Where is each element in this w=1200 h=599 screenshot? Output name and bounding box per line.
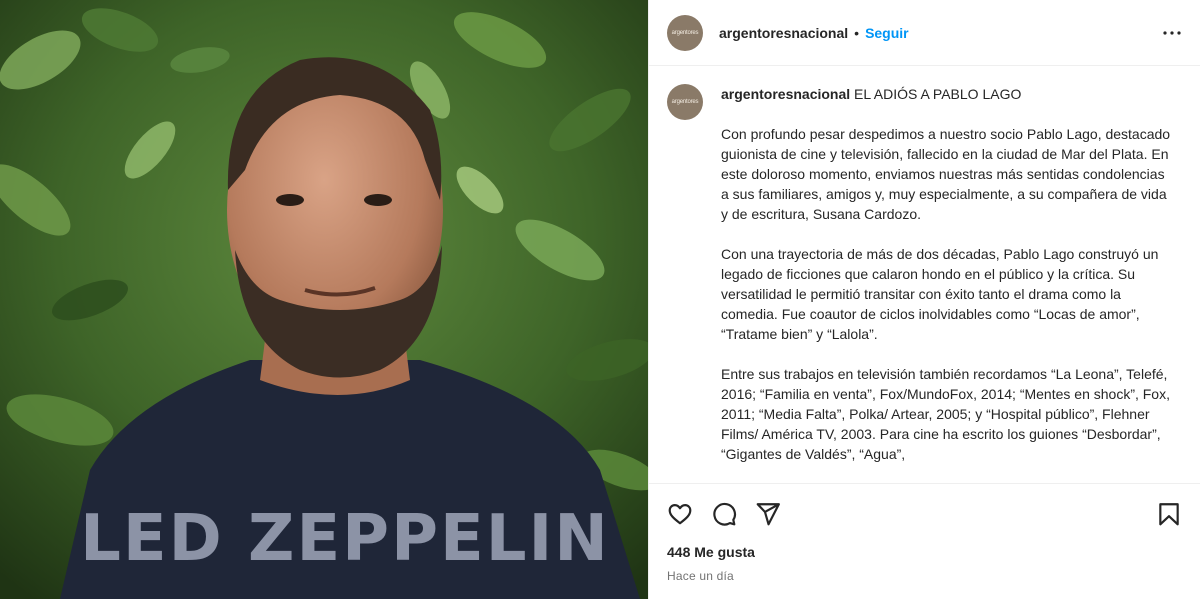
more-options-button[interactable] — [1160, 21, 1184, 45]
header-username[interactable]: argentoresnacional — [719, 25, 848, 41]
likes-count[interactable]: 448 Me gusta — [667, 544, 1184, 560]
post-header: argentores argentoresnacional • Seguir — [649, 0, 1200, 66]
avatar[interactable]: argentores — [667, 14, 703, 51]
caption-username[interactable]: argentoresnacional — [721, 86, 850, 102]
shirt-print-text: LED ZEPPELIN — [80, 502, 610, 576]
post-timestamp[interactable]: Hace un día — [667, 569, 1184, 583]
share-button[interactable] — [755, 500, 783, 528]
caption: argentoresnacional EL ADIÓS A PABLO LAGO… — [721, 84, 1175, 483]
save-button[interactable] — [1156, 500, 1184, 528]
post-image: LED ZEPPELIN — [0, 0, 648, 599]
like-button[interactable] — [667, 500, 695, 528]
comment-icon — [713, 502, 737, 526]
action-icons — [667, 496, 1184, 532]
post-photo[interactable]: LED ZEPPELIN — [0, 0, 648, 599]
bookmark-icon — [1159, 503, 1179, 526]
avatar-text: argentores — [671, 29, 699, 36]
caption-avatar-text: argentores — [671, 99, 699, 105]
caption-paragraph-2: Con una trayectoria de más de dos década… — [721, 246, 1159, 342]
post-actions: 448 Me gusta Hace un día — [649, 483, 1200, 599]
instagram-post: LED ZEPPELIN argentores argentoresnacion… — [0, 0, 1200, 599]
caption-paragraph-3: Entre sus trabajos en televisión también… — [721, 366, 1170, 462]
caption-title-line: argentoresnacional EL ADIÓS A PABLO LAGO — [721, 84, 1175, 104]
caption-avatar[interactable]: argentores — [667, 84, 703, 120]
share-icon — [756, 503, 780, 526]
caption-area: argentores argentoresnacional EL ADIÓS A… — [649, 66, 1200, 483]
follow-button[interactable]: Seguir — [865, 25, 909, 41]
comment-button[interactable] — [711, 500, 739, 528]
heart-icon — [668, 504, 692, 525]
caption-paragraph-1: Con profundo pesar despedimos a nuestro … — [721, 126, 1171, 222]
more-horizontal-icon — [1163, 30, 1181, 35]
separator-dot: • — [854, 24, 860, 41]
caption-title: EL ADIÓS A PABLO LAGO — [854, 86, 1022, 102]
post-side-panel: argentores argentoresnacional • Seguir a… — [648, 0, 1200, 599]
